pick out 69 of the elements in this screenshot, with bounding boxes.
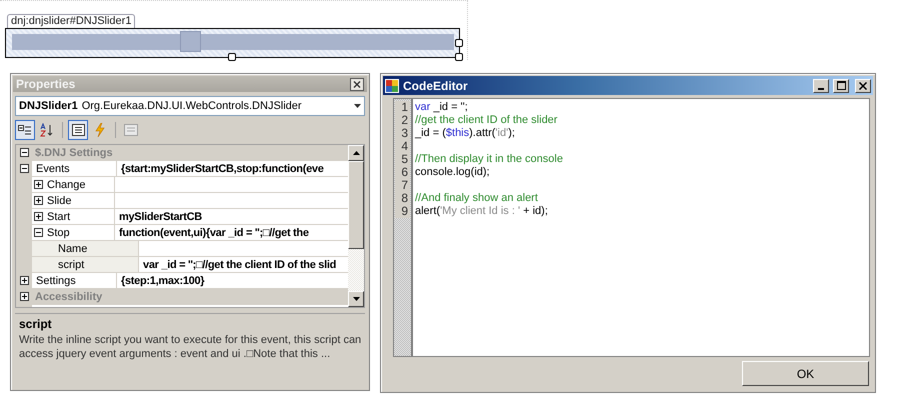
maximize-button[interactable] [833, 78, 849, 92]
expand-icon[interactable] [20, 276, 28, 285]
maximize-icon [836, 81, 846, 90]
scrollbar[interactable] [348, 145, 364, 307]
pages-icon [124, 124, 138, 136]
description-text: Write the inline script you want to execute for this event, this script can access jquery event arguments : event and ui .□Note that this ... [19, 333, 362, 361]
panel-title: Properties [16, 77, 76, 91]
code-line: //And finaly show an alert [415, 192, 538, 204]
code-area[interactable]: var _id = ''; //get the client ID of the slider _id = ($this).attr('id'); //Then display it in the console console.log(id); //And finaly show an alert alert('My client Id is : ' + id); [411, 99, 869, 356]
property-name[interactable]: Start [47, 210, 70, 222]
code-line: console.log(id); [415, 166, 490, 178]
minimize-icon [818, 88, 824, 90]
collapse-icon[interactable] [34, 228, 43, 237]
collapse-icon[interactable] [20, 148, 28, 157]
code-line: alert('My client Id is : ' + id); [415, 205, 548, 217]
line-number: 5 [395, 153, 410, 166]
code-line: var _id = ''; [415, 101, 468, 113]
up-arrow-icon[interactable] [352, 151, 360, 155]
line-number: 8 [395, 192, 410, 205]
expand-icon[interactable] [20, 292, 28, 301]
resize-handle[interactable] [228, 53, 236, 61]
sort-icon [40, 123, 54, 137]
close-icon[interactable] [350, 78, 364, 90]
down-arrow-icon[interactable] [352, 297, 360, 301]
dropdown-arrow-icon [354, 104, 361, 108]
slider-control[interactable] [5, 28, 460, 58]
property-name[interactable]: Events [36, 162, 70, 174]
line-number: 9 [395, 205, 410, 218]
property-value[interactable]: {step:1,max:100} [121, 274, 204, 286]
property-name[interactable]: Change [47, 178, 86, 190]
property-value[interactable]: mySliderStartCB [119, 210, 202, 222]
line-number: 1 [395, 101, 410, 114]
line-number: 3 [395, 127, 410, 140]
close-button[interactable] [855, 78, 871, 92]
minimize-button[interactable] [813, 78, 829, 92]
collapse-icon[interactable] [20, 164, 28, 173]
property-value[interactable]: var _id = '';□//get the client ID of the slid [143, 258, 336, 270]
toolbar-button[interactable] [15, 120, 35, 140]
close-icon [859, 82, 867, 90]
category-label: $.DNJ Settings [35, 146, 113, 158]
code-line: _id = ($this).attr('id'); [415, 127, 515, 139]
property-name[interactable]: Stop [47, 226, 70, 238]
app-icon [385, 78, 399, 92]
line-number: 7 [395, 179, 410, 192]
list-icon [72, 124, 84, 136]
window-title: CodeEditor [403, 78, 469, 92]
property-name[interactable]: script [58, 258, 84, 270]
property-value[interactable]: function(event,ui){var _id = '';□//get the [119, 226, 309, 238]
property-name[interactable]: Settings [36, 274, 76, 286]
property-value[interactable]: {start:mySliderStartCB,stop:function(eve [121, 162, 324, 174]
description-title: script [19, 317, 53, 331]
category-label: Accessibility [35, 290, 102, 302]
line-number: 4 [395, 140, 410, 153]
control-tag: dnj:dnjslider#DNJSlider1 [7, 14, 136, 28]
code-line: //get the client ID of the slider [415, 114, 558, 126]
lightning-icon [95, 123, 105, 137]
line-number: 6 [395, 166, 410, 179]
expand-icon[interactable] [34, 180, 43, 189]
categorized-icon [18, 124, 32, 136]
object-dropdown[interactable]: DNJSlider1 Org.Eurekaa.DNJ.UI.WebControls.DNJSlider [15, 96, 365, 116]
property-name[interactable]: Slide [47, 194, 72, 206]
slider-track[interactable] [12, 34, 454, 50]
expand-icon[interactable] [34, 212, 43, 221]
slider-thumb[interactable] [180, 31, 202, 52]
expand-icon[interactable] [34, 196, 43, 205]
line-number: 2 [395, 114, 410, 127]
toolbar-button[interactable] [68, 120, 88, 140]
ok-button[interactable]: OK [742, 361, 869, 386]
code-line: //Then display it in the console [415, 153, 563, 165]
